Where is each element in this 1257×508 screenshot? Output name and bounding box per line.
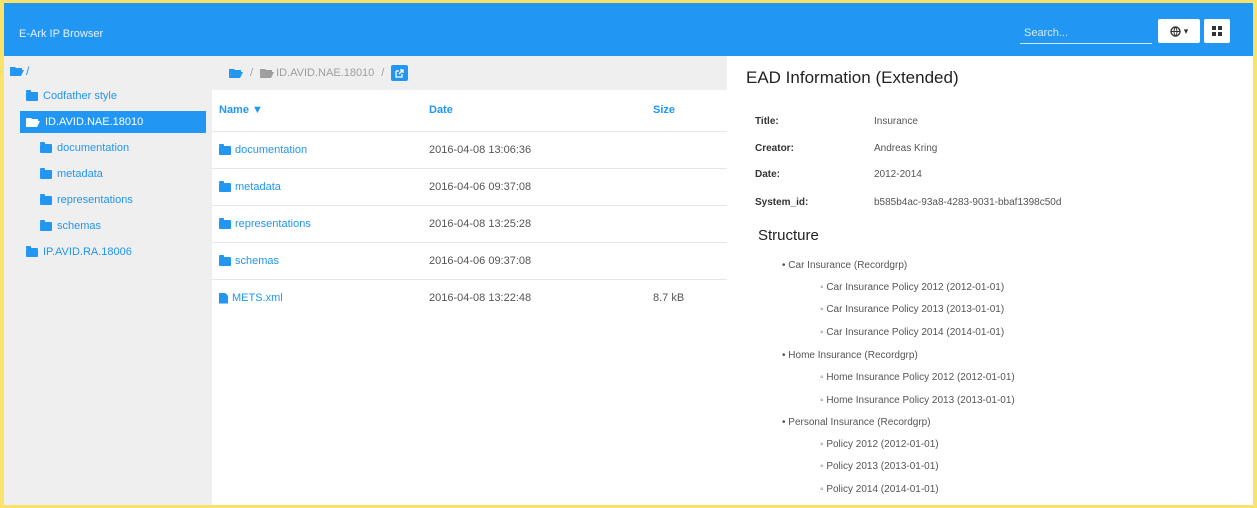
top-navbar: E-Ark IP Browser ▾	[4, 3, 1253, 56]
tree-root[interactable]: /	[10, 64, 29, 78]
apps-grid-button[interactable]	[1204, 19, 1230, 43]
file-name[interactable]: documentation	[235, 144, 307, 156]
file-size: 8.7 kB	[653, 292, 685, 304]
structure-item: ◦ Home Insurance Policy 2013 (2013-01-01…	[820, 395, 1015, 406]
folder-icon	[219, 143, 231, 155]
structure-item: ◦ Car Insurance Policy 2012 (2012-01-01)	[820, 282, 1005, 293]
field-label-creator: Creator:	[755, 143, 794, 154]
folder-icon	[40, 219, 52, 231]
folder-icon	[40, 167, 52, 179]
file-name[interactable]: schemas	[235, 255, 279, 267]
language-menu-button[interactable]: ▾	[1158, 19, 1200, 43]
tree-item-documentation[interactable]: documentation	[36, 137, 129, 159]
structure-group: • Personal Insurance (Recordgrp)	[782, 417, 931, 428]
search-input[interactable]	[1020, 22, 1152, 43]
structure-group: • Car Insurance (Recordgrp)	[782, 260, 908, 271]
structure-group: • Home Insurance (Recordgrp)	[782, 350, 918, 361]
column-header-date[interactable]: Date	[429, 104, 453, 116]
file-name[interactable]: METS.xml	[232, 292, 283, 304]
tree-root-label: /	[26, 64, 30, 78]
table-row[interactable]: schemas 2016-04-06 09:37:08	[212, 242, 727, 279]
file-name[interactable]: representations	[235, 218, 311, 230]
structure-title: Structure	[758, 227, 819, 244]
breadcrumb-separator: /	[250, 67, 254, 79]
structure-item: ◦ Policy 2013 (2013-01-01)	[820, 461, 939, 472]
app-window: E-Ark IP Browser ▾ / Codfather sty	[4, 3, 1253, 505]
folder-icon	[219, 254, 231, 266]
field-label-title: Title:	[755, 116, 779, 127]
file-icon	[219, 292, 228, 304]
tree-item-id-avid-nae-18010[interactable]: ID.AVID.NAE.18010	[20, 111, 206, 133]
folder-icon	[40, 193, 52, 205]
file-date: 2016-04-06 09:37:08	[429, 255, 532, 267]
folder-icon	[219, 180, 231, 192]
field-value-creator: Andreas Kring	[874, 143, 938, 154]
tree-item-label: schemas	[57, 220, 102, 232]
tree-item-label: Codfather style	[43, 90, 117, 102]
file-date: 2016-04-08 13:06:36	[429, 144, 532, 156]
tree-item-representations[interactable]: representations	[36, 189, 133, 211]
breadcrumb: / ID.AVID.NAE.18010 /	[212, 56, 727, 90]
structure-item: ◦ Car Insurance Policy 2014 (2014-01-01)	[820, 327, 1005, 338]
file-date: 2016-04-08 13:25:28	[429, 218, 532, 230]
table-row[interactable]: representations 2016-04-08 13:25:28	[212, 205, 727, 242]
folder-open-icon[interactable]	[229, 68, 243, 78]
column-header-size[interactable]: Size	[653, 104, 675, 116]
ead-info-panel: EAD Information (Extended) Title: Insura…	[727, 56, 1253, 505]
folder-icon	[26, 89, 38, 101]
file-name[interactable]: metadata	[235, 181, 281, 193]
ead-title: EAD Information (Extended)	[746, 68, 959, 87]
tree-item-label: IP.AVID.RA.18006	[43, 246, 132, 258]
field-value-date: 2012-2014	[874, 169, 922, 180]
tree-item-metadata[interactable]: metadata	[36, 163, 103, 185]
table-row[interactable]: metadata 2016-04-06 09:37:08	[212, 168, 727, 205]
file-list-pane: / ID.AVID.NAE.18010 / Name ▼ Date Size d…	[212, 56, 727, 505]
file-date: 2016-04-06 09:37:08	[429, 181, 532, 193]
folder-icon	[26, 245, 38, 257]
field-label-date: Date:	[755, 169, 781, 180]
tree-item-schemas[interactable]: schemas	[36, 215, 101, 237]
folder-icon	[219, 217, 231, 229]
tree-item-label: documentation	[57, 142, 130, 154]
folder-open-icon	[26, 118, 40, 127]
tree-item-label: metadata	[57, 168, 103, 180]
tree-item-label: representations	[57, 194, 133, 206]
chevron-down-icon: ▾	[1183, 25, 1189, 36]
folder-open-icon	[260, 69, 275, 78]
file-date: 2016-04-08 13:22:48	[429, 292, 532, 304]
external-link-icon	[395, 68, 405, 78]
field-label-system-id: System_id:	[755, 197, 809, 208]
field-value-title: Insurance	[874, 116, 918, 127]
breadcrumb-current[interactable]: ID.AVID.NAE.18010	[276, 67, 374, 79]
folder-tree-sidebar: / Codfather style ID.AVID.NAE.18010 docu…	[4, 56, 212, 505]
field-value-system-id: b585b4ac-93a8-4283-9031-bbaf1398c50d	[874, 197, 1062, 208]
tree-item-ip-avid-ra-18006[interactable]: IP.AVID.RA.18006	[22, 241, 132, 263]
structure-item: ◦ Policy 2012 (2012-01-01)	[820, 439, 939, 450]
tree-item-codfather-style[interactable]: Codfather style	[20, 85, 212, 107]
column-header-name[interactable]: Name ▼	[219, 104, 263, 116]
globe-icon	[1170, 25, 1181, 37]
open-external-button[interactable]	[391, 65, 409, 81]
grid-icon	[1212, 26, 1222, 36]
folder-icon	[40, 141, 52, 153]
table-row[interactable]: METS.xml 2016-04-08 13:22:48 8.7 kB	[212, 279, 727, 316]
breadcrumb-separator: /	[381, 67, 385, 79]
table-row[interactable]: documentation 2016-04-08 13:06:36	[212, 131, 727, 168]
folder-open-icon	[10, 67, 24, 76]
structure-item: ◦ Home Insurance Policy 2012 (2012-01-01…	[820, 372, 1015, 383]
tree-item-label: ID.AVID.NAE.18010	[45, 116, 144, 128]
structure-item: ◦ Policy 2014 (2014-01-01)	[820, 484, 939, 495]
app-title[interactable]: E-Ark IP Browser	[19, 28, 103, 40]
search-box[interactable]	[1020, 22, 1152, 44]
structure-item: ◦ Car Insurance Policy 2013 (2013-01-01)	[820, 304, 1005, 315]
